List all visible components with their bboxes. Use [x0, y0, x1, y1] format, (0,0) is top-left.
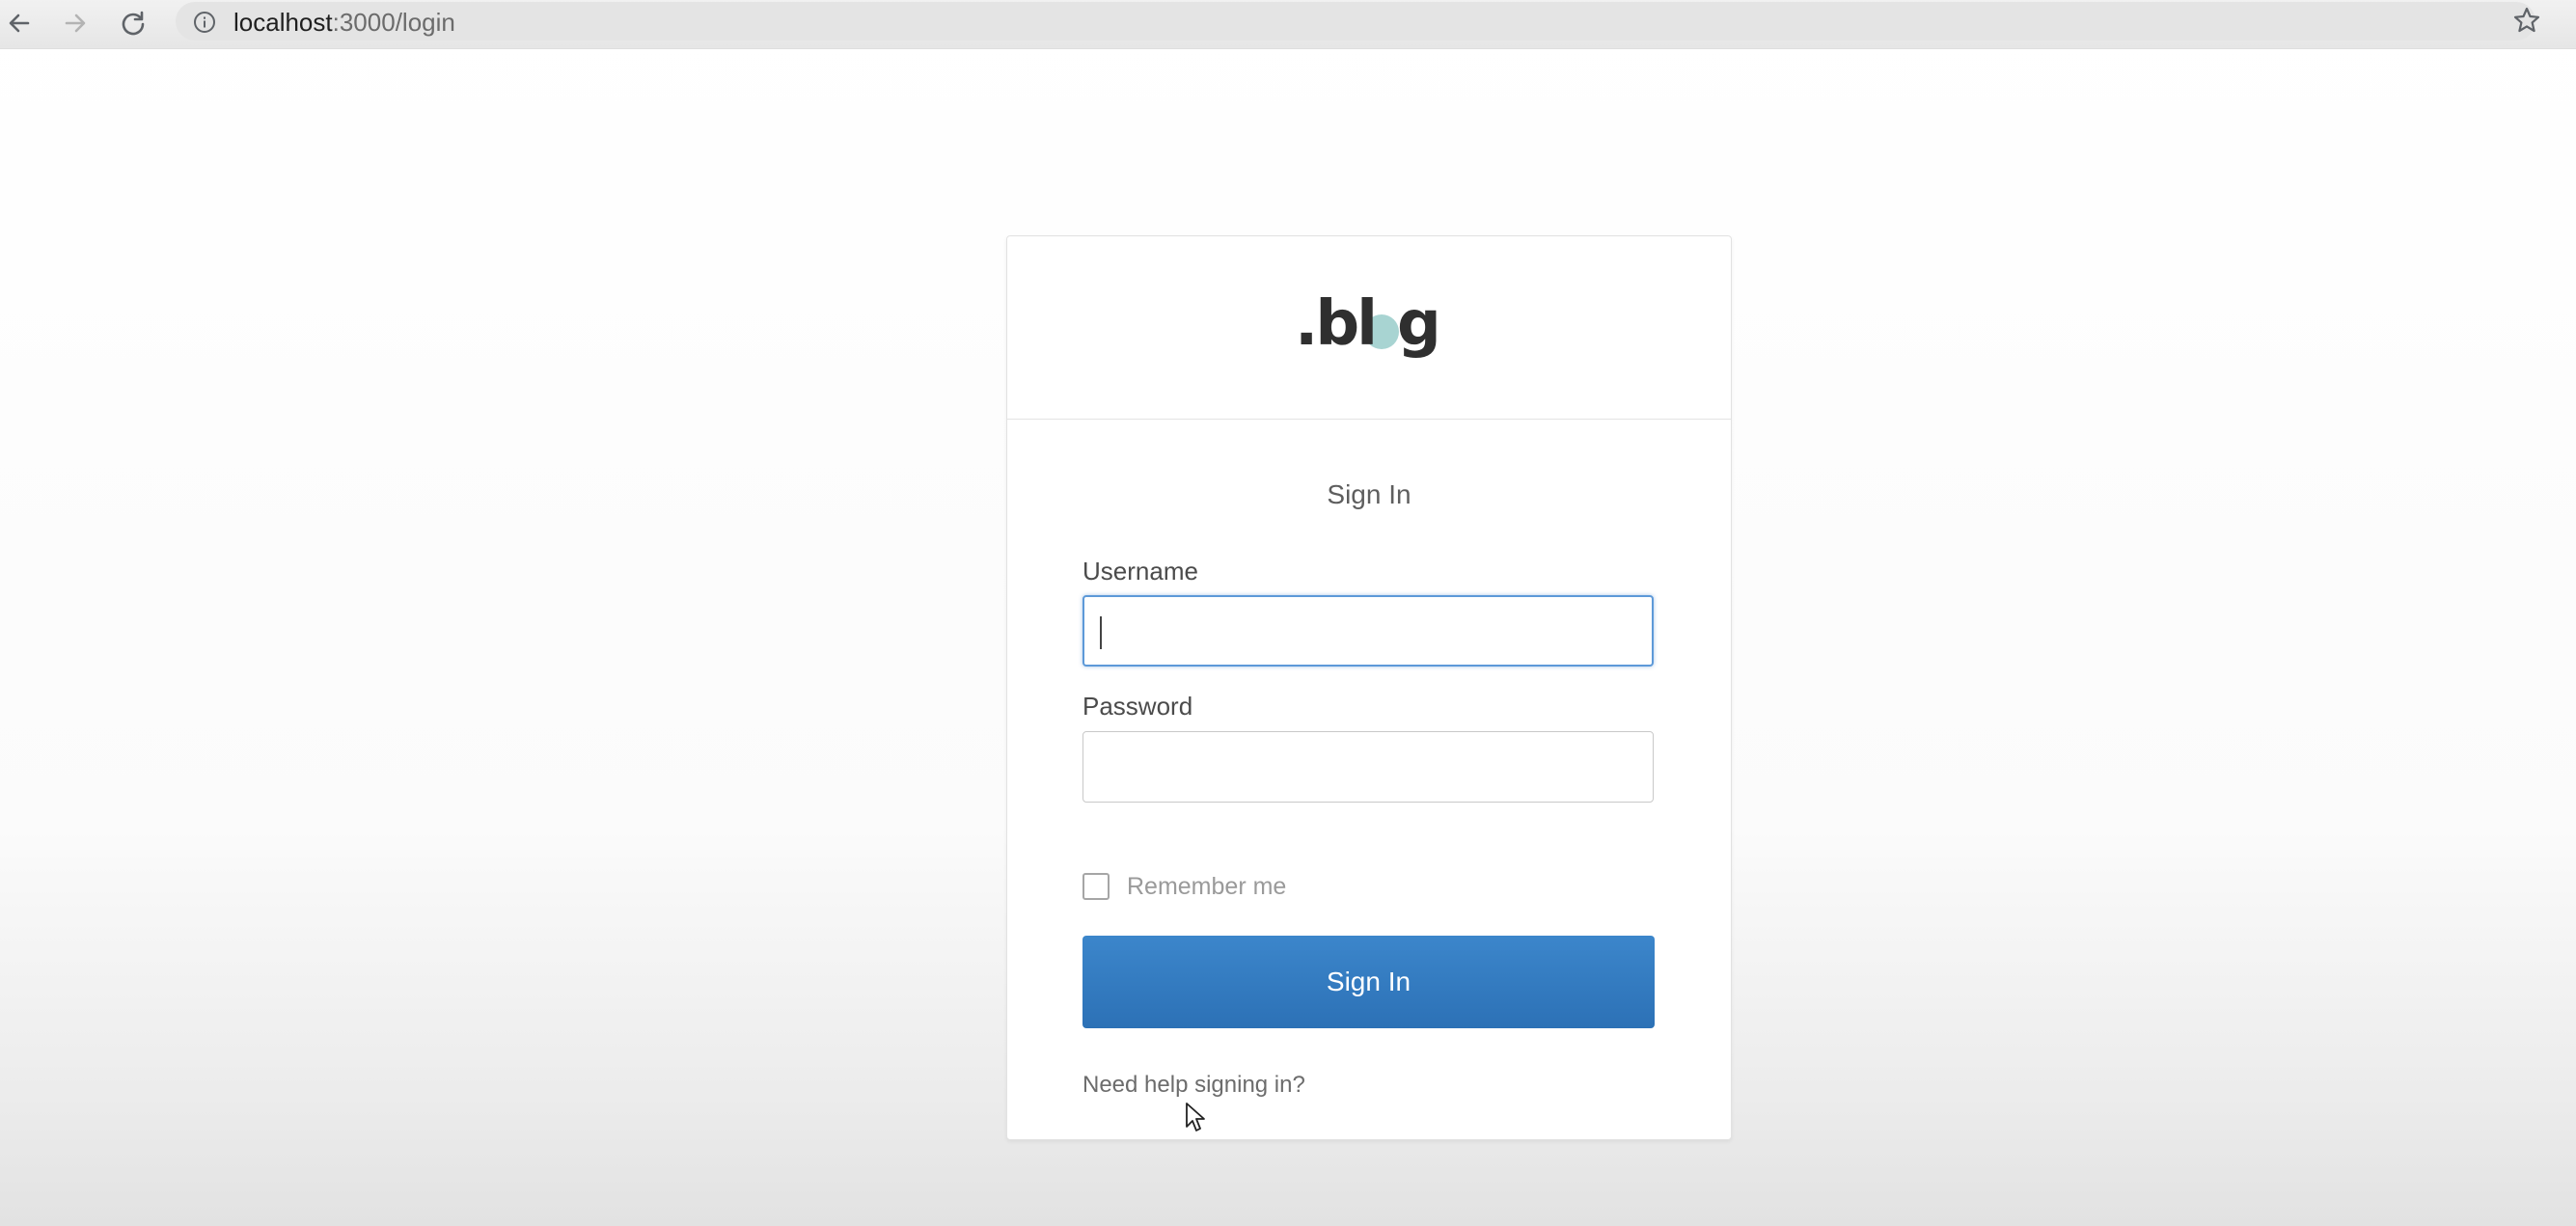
remember-me[interactable]: Remember me [1082, 871, 1286, 902]
svg-text:.bl: .bl [1295, 288, 1375, 360]
back-button[interactable] [0, 4, 39, 42]
login-card: .bl g Sign In Username Password Remember… [1006, 235, 1732, 1140]
svg-text:g: g [1397, 288, 1441, 360]
url-path: :3000/login [332, 8, 455, 37]
card-header: .bl g [1007, 236, 1731, 420]
arrow-left-icon [9, 14, 30, 33]
reload-icon [122, 11, 145, 36]
reload-button[interactable] [114, 4, 152, 42]
remember-me-label[interactable]: Remember me [1127, 873, 1286, 901]
password-label: Password [1082, 692, 1193, 721]
info-icon[interactable] [193, 11, 216, 39]
username-field[interactable] [1082, 595, 1654, 667]
sign-in-button[interactable]: Sign In [1082, 936, 1655, 1028]
arrow-right-icon [65, 14, 86, 33]
help-link[interactable]: Need help signing in? [1082, 1073, 1305, 1098]
star-icon[interactable] [2512, 6, 2541, 40]
mouse-cursor-icon [1186, 1103, 1205, 1131]
page-title: Sign In [1327, 479, 1411, 509]
address-bar[interactable]: localhost:3000/login [176, 2, 2535, 41]
password-field[interactable] [1082, 731, 1654, 803]
username-label: Username [1082, 557, 1198, 586]
blog-logo: .bl g [1295, 288, 1441, 360]
url-host: localhost [233, 8, 333, 37]
browser-toolbar: localhost:3000/login [0, 0, 2576, 49]
text-caret [1100, 616, 1102, 649]
remember-me-checkbox[interactable] [1082, 873, 1110, 900]
url-text: localhost:3000/login [233, 10, 455, 35]
forward-button[interactable] [56, 4, 95, 42]
